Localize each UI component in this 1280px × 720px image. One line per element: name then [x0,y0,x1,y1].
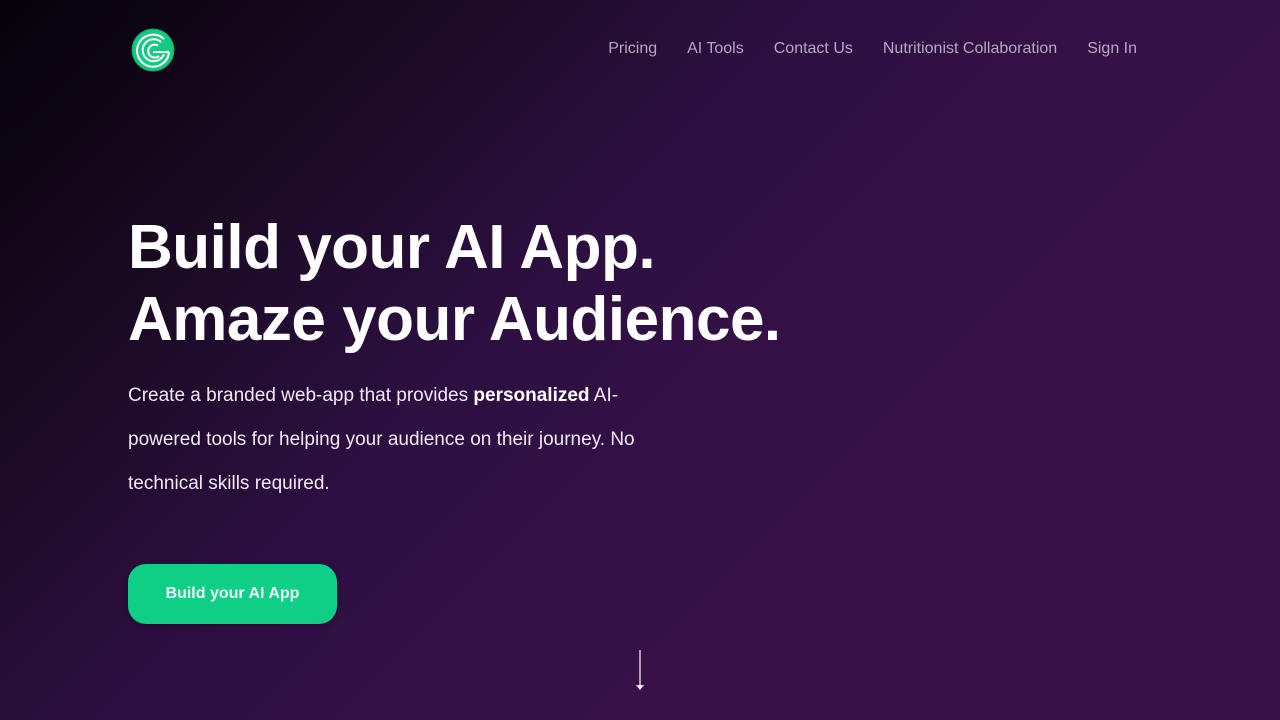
nav-link-ai-tools[interactable]: AI Tools [687,38,744,60]
scroll-down-indicator[interactable] [633,650,647,692]
nav-links: Pricing AI Tools Contact Us Nutritionist… [608,38,1137,60]
top-navigation: Pricing AI Tools Contact Us Nutritionist… [0,0,1280,100]
logo-link[interactable] [131,28,175,72]
landing-page: Pricing AI Tools Contact Us Nutritionist… [0,0,1280,720]
nav-link-contact-us[interactable]: Contact Us [774,38,853,60]
hero-description: Create a branded web-app that provides p… [128,374,688,506]
hero-title: Build your AI App. Amaze your Audience. [128,212,828,356]
nav-link-pricing[interactable]: Pricing [608,38,657,60]
build-ai-app-button[interactable]: Build your AI App [128,564,337,624]
hero-description-start: Create a branded web-app that provides [128,385,474,406]
nav-link-nutritionist-collaboration[interactable]: Nutritionist Collaboration [883,38,1057,60]
hero-title-line-2: Amaze your Audience. [128,285,781,354]
hero-title-line-1: Build your AI App. [128,213,656,282]
hero-section: Build your AI App. Amaze your Audience. … [128,212,828,506]
concentric-c-logo-icon [131,28,175,72]
hero-description-emphasis: personalized [473,385,590,406]
nav-link-sign-in[interactable]: Sign In [1087,38,1137,60]
arrow-down-icon [636,650,644,690]
